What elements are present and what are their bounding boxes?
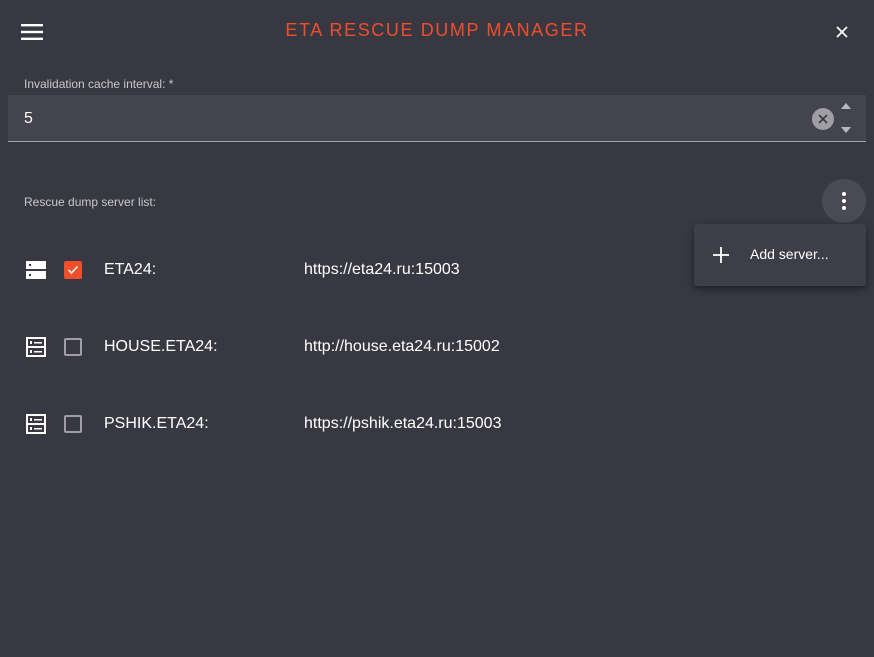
server-list-label: Rescue dump server list: [24,195,157,209]
cache-interval-input[interactable] [24,107,784,131]
server-icon [26,414,46,434]
server-url: https://eta24.ru:15003 [304,261,460,278]
options-menu: Add server... [694,224,866,286]
clear-input-button[interactable] [812,108,834,130]
close-icon [836,26,848,38]
server-name: HOUSE.ETA24: [104,338,218,355]
server-name: PSHIK.ETA24: [104,415,209,432]
app-header: ETA RESCUE DUMP MANAGER [0,0,874,64]
more-vert-icon [842,192,846,210]
server-checkbox[interactable] [64,415,82,433]
page-title: ETA RESCUE DUMP MANAGER [285,20,589,40]
increment-button[interactable] [840,101,852,111]
arrow-up-icon [841,103,851,109]
close-button[interactable] [828,18,856,46]
add-server-menu-item[interactable]: Add server... [694,232,866,278]
server-name: ETA24: [104,261,157,278]
server-checkbox[interactable] [64,338,82,356]
server-row: PSHIK.ETA24: https://pshik.eta24.ru:1500… [0,404,874,444]
server-row: HOUSE.ETA24: http://house.eta24.ru:15002 [0,327,874,367]
add-server-label: Add server... [750,246,829,262]
cache-interval-field [8,95,866,142]
plus-icon [713,247,729,263]
server-checkbox[interactable] [64,261,82,279]
app-window: ETA RESCUE DUMP MANAGER Invalidation cac… [0,0,874,657]
more-options-button[interactable] [822,179,866,223]
server-icon [26,261,46,279]
arrow-down-icon [841,127,851,133]
decrement-button[interactable] [840,125,852,135]
clear-icon [818,114,828,124]
server-icon [26,337,46,357]
check-icon [67,265,79,275]
server-url: https://pshik.eta24.ru:15003 [304,415,502,432]
server-url: http://house.eta24.ru:15002 [304,338,500,355]
cache-interval-label: Invalidation cache interval: * [24,77,174,91]
